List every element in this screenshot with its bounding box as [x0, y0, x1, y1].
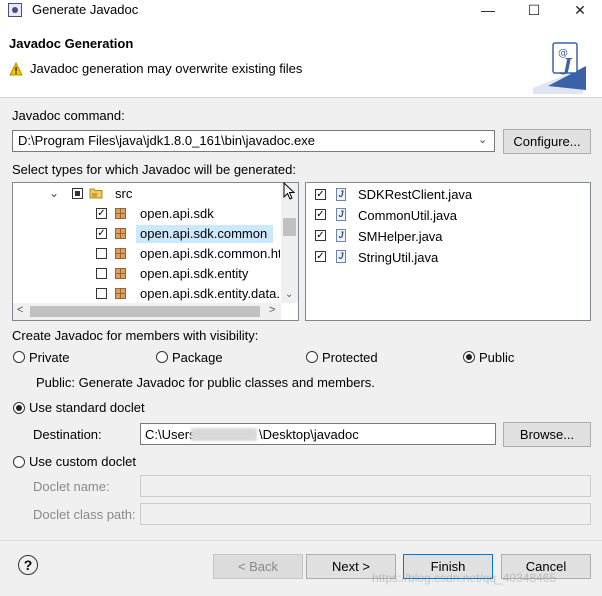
- doclet-class-path-label: Doclet class path:: [33, 507, 136, 522]
- minimize-button[interactable]: —: [468, 0, 508, 20]
- file-checkbox[interactable]: ✓: [315, 209, 326, 220]
- package-icon: [115, 208, 126, 219]
- package-checkbox[interactable]: ✓: [96, 208, 107, 219]
- file-label[interactable]: SMHelper.java: [358, 229, 443, 244]
- standard-doclet-radio[interactable]: [13, 402, 25, 414]
- scroll-right-arrow-icon[interactable]: >: [269, 304, 275, 316]
- warning-icon: [9, 62, 23, 76]
- package-icon: [115, 268, 126, 279]
- src-folder-label[interactable]: src: [115, 186, 132, 201]
- footer-divider: [0, 540, 602, 541]
- public-radio[interactable]: [463, 351, 475, 363]
- java-file-icon: J: [336, 250, 346, 263]
- public-radio-label[interactable]: Public: [479, 350, 514, 365]
- help-icon[interactable]: ?: [18, 555, 38, 575]
- custom-doclet-label[interactable]: Use custom doclet: [29, 454, 136, 469]
- private-radio-label[interactable]: Private: [29, 350, 69, 365]
- package-radio[interactable]: [156, 351, 168, 363]
- private-radio[interactable]: [13, 351, 25, 363]
- redacted-username: [191, 428, 257, 441]
- package-radio-label[interactable]: Package: [172, 350, 223, 365]
- file-checkbox[interactable]: ✓: [315, 189, 326, 200]
- javadoc-command-value[interactable]: D:\Program Files\java\jdk1.8.0_161\bin\j…: [18, 133, 315, 148]
- doclet-class-path-input[interactable]: [140, 503, 591, 525]
- window-title: Generate Javadoc: [32, 2, 139, 17]
- java-file-icon: J: [336, 229, 346, 242]
- chevron-down-icon[interactable]: ⌄: [478, 133, 487, 146]
- package-label[interactable]: open.api.sdk.entity.data.: [140, 286, 280, 301]
- file-checkbox[interactable]: ✓: [315, 230, 326, 241]
- watermark-text: https://blog.csdn.net/qq_40348465: [372, 571, 557, 585]
- visibility-label: Create Javadoc for members with visibili…: [12, 328, 259, 343]
- back-button[interactable]: < Back: [213, 554, 303, 579]
- type-file-list[interactable]: [305, 182, 591, 321]
- close-button[interactable]: ✕: [560, 0, 600, 20]
- destination-suffix[interactable]: \Desktop\javadoc: [259, 427, 359, 442]
- select-types-label: Select types for which Javadoc will be g…: [12, 162, 296, 177]
- source-folder-icon: [89, 188, 103, 199]
- scroll-left-arrow-icon[interactable]: <: [17, 304, 23, 316]
- doclet-name-label: Doclet name:: [33, 479, 110, 494]
- package-label[interactable]: open.api.sdk.common.ht: [140, 246, 280, 261]
- mouse-cursor-icon: [283, 182, 295, 200]
- src-checkbox[interactable]: [72, 188, 83, 199]
- package-checkbox[interactable]: [96, 248, 107, 259]
- file-label[interactable]: StringUtil.java: [358, 250, 438, 265]
- page-title: Javadoc Generation: [9, 36, 134, 51]
- tree-horizontal-scroll-thumb[interactable]: [30, 306, 260, 317]
- file-label[interactable]: SDKRestClient.java: [358, 187, 472, 202]
- standard-doclet-label[interactable]: Use standard doclet: [29, 400, 145, 415]
- javadoc-command-label: Javadoc command:: [12, 108, 125, 123]
- package-checkbox[interactable]: ✓: [96, 228, 107, 239]
- header-banner: [0, 20, 602, 98]
- destination-prefix[interactable]: C:\Users: [145, 427, 196, 442]
- destination-label: Destination:: [33, 427, 102, 442]
- expand-chevron-icon[interactable]: ⌄: [49, 186, 59, 200]
- banner-message: Javadoc generation may overwrite existin…: [30, 61, 303, 76]
- tree-vertical-scroll-thumb[interactable]: [283, 218, 296, 236]
- package-icon: [115, 288, 126, 299]
- javadoc-wizard-icon: @ J: [533, 42, 586, 94]
- package-label[interactable]: open.api.sdk.entity: [140, 266, 248, 281]
- doclet-name-input[interactable]: [140, 475, 591, 497]
- eclipse-app-icon: [8, 3, 22, 17]
- java-file-icon: J: [336, 188, 346, 201]
- java-file-icon: J: [336, 208, 346, 221]
- configure-button[interactable]: Configure...: [503, 129, 591, 154]
- protected-radio[interactable]: [306, 351, 318, 363]
- maximize-button[interactable]: ☐: [514, 0, 554, 20]
- file-label[interactable]: CommonUtil.java: [358, 208, 457, 223]
- scroll-down-arrow-icon[interactable]: ⌄: [285, 289, 293, 300]
- package-icon: [115, 248, 126, 259]
- package-label[interactable]: open.api.sdk: [140, 206, 214, 221]
- protected-radio-label[interactable]: Protected: [322, 350, 378, 365]
- browse-button[interactable]: Browse...: [503, 422, 591, 447]
- custom-doclet-radio[interactable]: [13, 456, 25, 468]
- file-checkbox[interactable]: ✓: [315, 251, 326, 262]
- package-icon: [115, 228, 126, 239]
- package-checkbox[interactable]: [96, 268, 107, 279]
- package-checkbox[interactable]: [96, 288, 107, 299]
- package-label[interactable]: open.api.sdk.common: [140, 226, 267, 241]
- visibility-description: Public: Generate Javadoc for public clas…: [36, 375, 375, 390]
